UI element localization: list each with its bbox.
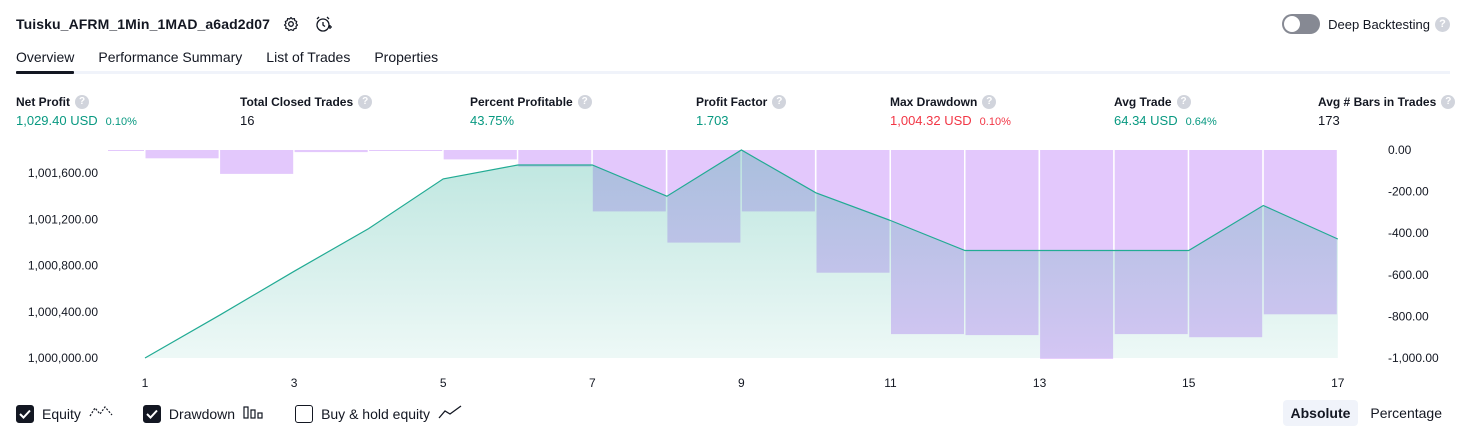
tab-bar: Overview Performance Summary List of Tra… [16,46,1450,74]
buy-hold-line-icon [438,404,462,425]
x-axis: 1 3 5 7 9 11 13 15 17 [142,376,1345,390]
metric-total-closed-trades: Total Closed Trades? 16 [240,94,373,128]
chart-legend: Equity Drawdown Buy & hold equity [16,402,492,426]
metric-avg-trade: Avg Trade? 64.34 USD 0.64% [1114,94,1217,128]
right-tick-label: -400.00 [1388,226,1429,240]
metric-net-profit: Net Profit? 1,029.40 USD 0.10% [16,94,137,128]
drawdown-bar [443,150,517,160]
tab-overview[interactable]: Overview [16,46,75,74]
x-tick-label: 5 [440,376,447,390]
buy-hold-label: Buy & hold equity [321,406,431,422]
metric-label: Avg Trade [1114,94,1172,109]
metric-value: 43.75% [470,113,515,128]
x-tick-label: 9 [738,376,745,390]
deep-backtesting-label: Deep Backtesting [1328,16,1430,32]
left-tick-label: 1,001,200.00 [28,212,98,226]
strategy-header: Tuisku_AFRM_1Min_1MAD_a6ad2d07 [16,12,334,36]
x-tick-label: 17 [1331,376,1345,390]
x-tick-label: 3 [291,376,298,390]
tab-list-of-trades[interactable]: List of Trades [266,46,350,71]
equity-line-icon [89,404,113,425]
metric-max-drawdown: Max Drawdown? 1,004.32 USD 0.10% [890,94,1011,128]
metric-label: Profit Factor [696,94,768,109]
metric-label: Percent Profitable [470,94,573,109]
equity-toggle[interactable]: Equity [16,404,113,425]
left-tick-label: 1,000,000.00 [28,351,98,365]
info-icon[interactable]: ? [358,94,373,109]
drawdown-bar [108,150,144,151]
metric-profit-factor: Profit Factor? 1.703 [696,94,787,128]
metric-value: 1,004.32 USD [890,113,972,128]
strategy-title: Tuisku_AFRM_1Min_1MAD_a6ad2d07 [16,16,271,32]
checkbox[interactable] [16,405,34,423]
metric-percent: 0.64% [1185,116,1217,128]
drawdown-bars-icon [243,404,265,425]
display-mode: Absolute Percentage [1279,400,1451,426]
absolute-button[interactable]: Absolute [1282,400,1359,426]
left-tick-label: 1,000,800.00 [28,259,98,273]
metric-percent-profitable: Percent Profitable? 43.75% [470,94,592,128]
drawdown-bar [294,150,368,153]
right-tick-label: 0.00 [1388,143,1412,157]
left-tick-label: 1,001,600.00 [28,166,98,180]
metric-percent: 0.10% [105,116,137,128]
metric-value: 64.34 USD [1114,113,1178,128]
deep-backtesting-toggle[interactable] [1282,14,1321,34]
toggle-knob [1284,16,1301,32]
x-tick-label: 11 [884,376,897,390]
x-tick-label: 15 [1182,376,1196,390]
metric-label: Avg # Bars in Trades [1318,94,1437,109]
drawdown-bar [220,150,294,174]
info-icon[interactable]: ? [577,94,592,109]
drawdown-bar [369,150,443,151]
left-tick-label: 1,000,400.00 [28,305,98,319]
tab-performance-summary[interactable]: Performance Summary [98,46,242,71]
drawdown-bar [518,150,592,167]
metric-value: 1.703 [696,113,729,128]
deep-backtesting: Deep Backtesting ? [1282,13,1450,35]
left-axis: 1,000,000.00 1,000,400.00 1,000,800.00 1,00… [28,166,98,365]
metric-value: 173 [1318,113,1340,128]
checkbox[interactable] [295,405,314,423]
metric-value: 16 [240,113,255,128]
info-icon[interactable]: ? [1176,94,1191,109]
right-axis: 0.00 -200.00 -400.00 -600.00 -800.00 -1,000.0… [1388,143,1439,365]
metric-label: Net Profit [16,94,70,109]
metric-label: Total Closed Trades [240,94,354,109]
x-tick-label: 7 [589,376,596,390]
equity-drawdown-chart[interactable]: 1,000,000.00 1,000,400.00 1,000,800.00 1,00… [0,140,1466,398]
drawdown-toggle[interactable]: Drawdown [142,404,265,425]
add-alert-icon[interactable] [312,13,334,35]
info-icon[interactable]: ? [772,94,787,109]
x-tick-label: 1 [142,376,149,390]
metric-value: 1,029.40 USD [16,113,98,128]
right-tick-label: -800.00 [1388,309,1429,323]
right-tick-label: -600.00 [1388,268,1429,282]
tab-properties[interactable]: Properties [374,46,438,71]
metric-label: Max Drawdown [890,94,978,109]
metric-percent: 0.10% [979,116,1011,128]
x-tick-label: 13 [1033,376,1047,390]
info-icon[interactable]: ? [1441,94,1456,109]
equity-label: Equity [42,406,81,422]
percentage-button[interactable]: Percentage [1362,400,1450,426]
drawdown-label: Drawdown [168,406,236,422]
help-icon[interactable]: ? [1435,16,1450,32]
checkbox[interactable] [142,405,161,423]
drawdown-bar [145,150,219,159]
info-icon[interactable]: ? [75,94,89,109]
info-icon[interactable]: ? [982,94,997,109]
buy-hold-toggle[interactable]: Buy & hold equity [295,404,462,425]
settings-icon[interactable] [280,13,302,35]
right-tick-label: -1,000.00 [1388,351,1439,365]
metric-avg-bars: Avg # Bars in Trades? 173 [1318,94,1456,128]
right-tick-label: -200.00 [1388,185,1429,199]
